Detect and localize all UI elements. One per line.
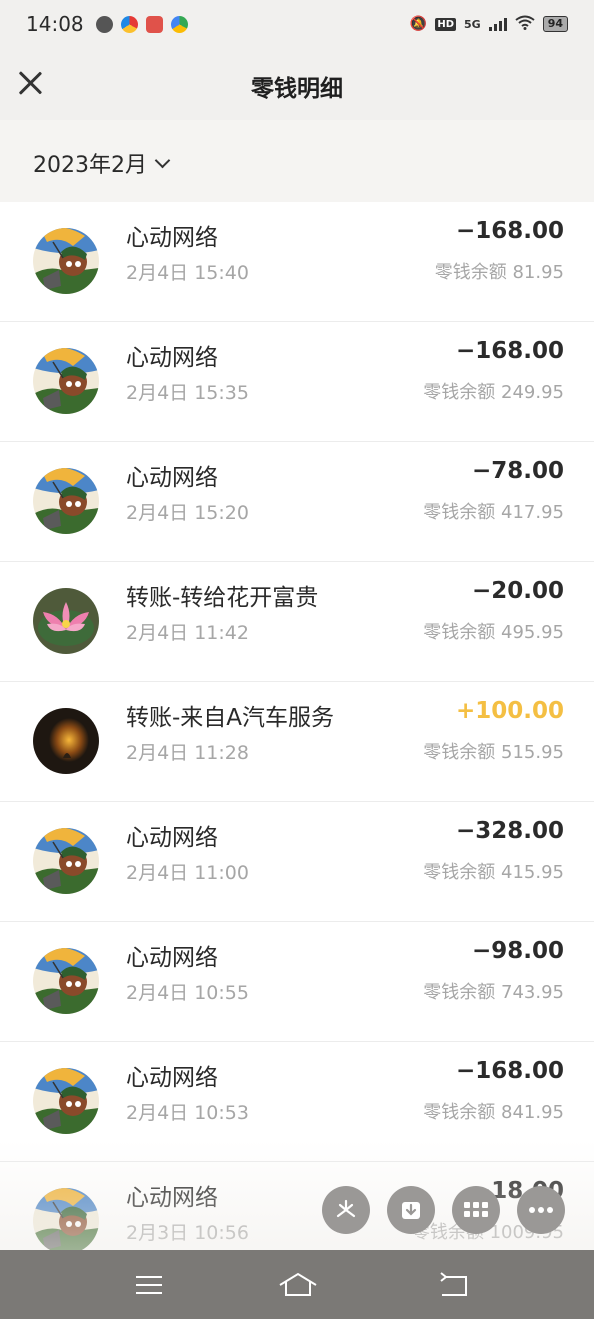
transaction-balance: 零钱余额 81.95: [434, 262, 564, 283]
back-icon[interactable]: [436, 1270, 470, 1300]
avatar: [33, 468, 99, 534]
transaction-row[interactable]: 心动网络 2月4日 10:55 −98.00 零钱余额 743.95: [0, 922, 594, 1042]
transaction-date: 2月4日 11:00: [126, 862, 249, 884]
transaction-balance: 零钱余额 841.95: [423, 1102, 564, 1123]
month-label: 2023年2月: [33, 153, 147, 178]
transaction-balance: 零钱余额 743.95: [423, 982, 564, 1003]
home-icon[interactable]: [277, 1270, 319, 1300]
transaction-date: 2月4日 10:53: [126, 1102, 249, 1124]
transaction-name: 心动网络: [126, 465, 218, 491]
status-bar: 14:08 🔕 HD 5G 94: [0, 0, 594, 48]
transaction-list: 心动网络 2月4日 15:40 −168.00 零钱余额 81.95 心动网络 2月4日 …: [0, 202, 594, 1282]
transaction-amount: −78.00: [471, 458, 564, 484]
transaction-amount: −168.00: [455, 1058, 564, 1084]
transaction-row[interactable]: 心动网络 2月4日 15:40 −168.00 零钱余额 81.95: [0, 202, 594, 322]
wifi-icon: [515, 15, 535, 34]
transaction-date: 2月4日 15:20: [126, 502, 249, 524]
app-notification-icon: [170, 15, 188, 33]
transaction-row[interactable]: 转账-转给花开富贵 2月4日 11:42 −20.00 零钱余额 495.95: [0, 562, 594, 682]
title-bar: 零钱明细: [0, 48, 594, 120]
transaction-date: 2月4日 10:55: [126, 982, 249, 1004]
pinwheel-icon: [336, 1199, 356, 1218]
transaction-date: 2月4日 15:40: [126, 262, 249, 284]
chevron-down-icon: [154, 152, 171, 168]
month-filter-bar: 2023年2月: [0, 120, 594, 202]
app-notification-icon: [120, 15, 138, 33]
more-button[interactable]: [517, 1186, 565, 1234]
transaction-balance: 零钱余额 515.95: [423, 742, 564, 763]
more-icon: [529, 1207, 553, 1213]
hd-icon: HD: [435, 17, 456, 31]
transaction-row[interactable]: 心动网络 2月4日 15:20 −78.00 零钱余额 417.95: [0, 442, 594, 562]
transaction-name: 转账-转给花开富贵: [126, 585, 319, 611]
transaction-name: 心动网络: [126, 825, 218, 851]
transaction-amount: −168.00: [455, 338, 564, 364]
transaction-date: 2月4日 11:42: [126, 622, 249, 644]
transaction-amount: −20.00: [471, 578, 564, 604]
avatar: [33, 1188, 99, 1254]
transaction-row[interactable]: 转账-来自A汽车服务 2月4日 11:28 +100.00 零钱余额 515.95: [0, 682, 594, 802]
avatar: [33, 1068, 99, 1134]
month-selector[interactable]: 2023年2月: [33, 147, 171, 179]
transaction-amount: −328.00: [455, 818, 564, 844]
app-notification-icon: [95, 15, 113, 33]
download-button[interactable]: [387, 1186, 435, 1234]
transaction-row[interactable]: 心动网络 2月4日 10:53 −168.00 零钱余额 841.95: [0, 1042, 594, 1162]
transaction-row[interactable]: 心动网络 2月4日 11:00 −328.00 零钱余额 415.95: [0, 802, 594, 922]
download-icon: [402, 1202, 420, 1219]
transaction-amount: −168.00: [455, 218, 564, 244]
transaction-name: 心动网络: [126, 1185, 218, 1211]
system-nav-bar: [0, 1250, 594, 1319]
transaction-balance: 零钱余额 417.95: [423, 502, 564, 523]
app-notification-icon: [145, 15, 163, 33]
menu-icon[interactable]: [132, 1270, 166, 1300]
status-time: 14:08: [26, 12, 84, 36]
page-title: 零钱明细: [251, 76, 343, 102]
grid-icon: [464, 1202, 488, 1217]
transaction-amount: −98.00: [471, 938, 564, 964]
notification-icons: [95, 15, 188, 33]
transaction-date: 2月4日 11:28: [126, 742, 249, 764]
transaction-name: 心动网络: [126, 945, 218, 971]
avatar: [33, 588, 99, 654]
avatar: [33, 348, 99, 414]
transaction-balance: 零钱余额 495.95: [423, 622, 564, 643]
transaction-date: 2月3日 10:56: [126, 1222, 249, 1244]
avatar: [33, 948, 99, 1014]
mute-icon: 🔕: [409, 16, 428, 32]
pinwheel-button[interactable]: [322, 1186, 370, 1234]
grid-button[interactable]: [452, 1186, 500, 1234]
transaction-name: 心动网络: [126, 225, 218, 251]
transaction-name: 心动网络: [126, 1065, 218, 1091]
battery-icon: 94: [542, 16, 568, 32]
transaction-balance: 零钱余额 249.95: [423, 382, 564, 403]
transaction-amount: +100.00: [455, 698, 564, 724]
transaction-row[interactable]: 心动网络 2月4日 15:35 −168.00 零钱余额 249.95: [0, 322, 594, 442]
signal-icon: [488, 17, 507, 31]
avatar: [33, 228, 99, 294]
transaction-date: 2月4日 15:35: [126, 382, 249, 404]
avatar: [33, 828, 99, 894]
transaction-name: 转账-来自A汽车服务: [126, 705, 335, 731]
network-type: 5G: [464, 17, 481, 31]
transaction-name: 心动网络: [126, 345, 218, 371]
transaction-balance: 零钱余额 415.95: [423, 862, 564, 883]
avatar: [33, 708, 99, 774]
